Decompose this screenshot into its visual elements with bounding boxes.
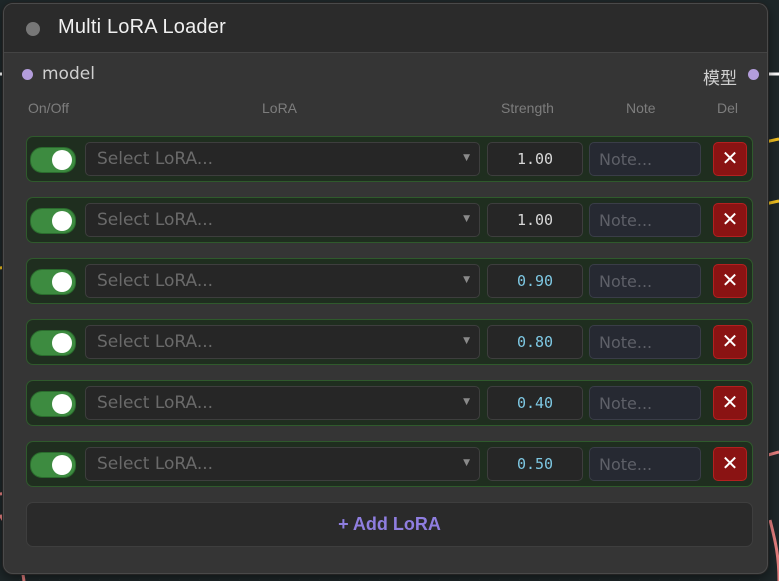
node-title-bar[interactable]: Multi LoRA Loader <box>4 4 767 53</box>
lora-select[interactable]: Select LoRA... ▼ <box>85 447 480 481</box>
note-input[interactable]: Note... <box>589 386 701 420</box>
note-placeholder: Note... <box>599 394 653 413</box>
input-slot-dot-icon[interactable] <box>22 69 33 80</box>
toggle-knob <box>52 272 72 292</box>
toggle-knob <box>52 211 72 231</box>
close-icon: ✕ <box>721 268 739 292</box>
chevron-down-icon: ▼ <box>463 458 470 468</box>
lora-select-placeholder: Select LoRA... <box>97 454 214 474</box>
close-icon: ✕ <box>721 390 739 414</box>
note-input[interactable]: Note... <box>589 447 701 481</box>
lora-select-placeholder: Select LoRA... <box>97 332 214 352</box>
lora-select[interactable]: Select LoRA... ▼ <box>85 325 480 359</box>
column-headers: On/Off LoRA Strength Note Del <box>4 100 767 120</box>
header-note: Note <box>626 100 656 116</box>
chevron-down-icon: ▼ <box>463 397 470 407</box>
delete-row-button[interactable]: ✕ <box>713 447 747 481</box>
note-input[interactable]: Note... <box>589 142 701 176</box>
delete-row-button[interactable]: ✕ <box>713 325 747 359</box>
strength-input[interactable]: 0.90 <box>487 264 583 298</box>
input-label-model: model <box>42 64 95 84</box>
note-placeholder: Note... <box>599 333 653 352</box>
delete-row-button[interactable]: ✕ <box>713 142 747 176</box>
close-icon: ✕ <box>721 146 739 170</box>
chevron-down-icon: ▼ <box>463 275 470 285</box>
lora-select[interactable]: Select LoRA... ▼ <box>85 203 480 237</box>
chevron-down-icon: ▼ <box>463 153 470 163</box>
toggle-knob <box>52 455 72 475</box>
multi-lora-loader-node[interactable]: Multi LoRA Loader model 模型 On/Off LoRA S… <box>3 3 768 574</box>
lora-select[interactable]: Select LoRA... ▼ <box>85 142 480 176</box>
lora-row: Select LoRA... ▼ 1.00 Note... ✕ <box>26 136 753 182</box>
lora-row: Select LoRA... ▼ 0.40 Note... ✕ <box>26 380 753 426</box>
enable-toggle[interactable] <box>30 452 76 478</box>
lora-select-placeholder: Select LoRA... <box>97 393 214 413</box>
close-icon: ✕ <box>721 329 739 353</box>
node-title: Multi LoRA Loader <box>58 16 226 38</box>
close-icon: ✕ <box>721 451 739 475</box>
delete-row-button[interactable]: ✕ <box>713 203 747 237</box>
io-slots: model 模型 <box>4 62 767 89</box>
add-lora-button[interactable]: + Add LoRA <box>26 502 753 547</box>
header-del: Del <box>717 100 739 116</box>
enable-toggle[interactable] <box>30 330 76 356</box>
enable-toggle[interactable] <box>30 391 76 417</box>
strength-input[interactable]: 0.80 <box>487 325 583 359</box>
lora-select[interactable]: Select LoRA... ▼ <box>85 386 480 420</box>
note-placeholder: Note... <box>599 455 653 474</box>
header-strength: Strength <box>501 100 554 116</box>
close-icon: ✕ <box>721 207 739 231</box>
delete-row-button[interactable]: ✕ <box>713 386 747 420</box>
note-placeholder: Note... <box>599 272 653 291</box>
note-placeholder: Note... <box>599 150 653 169</box>
toggle-knob <box>52 150 72 170</box>
header-lora: LoRA <box>262 100 298 116</box>
lora-select[interactable]: Select LoRA... ▼ <box>85 264 480 298</box>
enable-toggle[interactable] <box>30 147 76 173</box>
lora-row: Select LoRA... ▼ 0.90 Note... ✕ <box>26 258 753 304</box>
toggle-knob <box>52 394 72 414</box>
strength-input[interactable]: 0.40 <box>487 386 583 420</box>
lora-select-placeholder: Select LoRA... <box>97 149 214 169</box>
enable-toggle[interactable] <box>30 208 76 234</box>
strength-input[interactable]: 1.00 <box>487 203 583 237</box>
output-slot-dot-icon[interactable] <box>748 69 759 80</box>
chevron-down-icon: ▼ <box>463 214 470 224</box>
strength-input[interactable]: 0.50 <box>487 447 583 481</box>
note-input[interactable]: Note... <box>589 264 701 298</box>
note-input[interactable]: Note... <box>589 203 701 237</box>
chevron-down-icon: ▼ <box>463 336 470 346</box>
lora-row: Select LoRA... ▼ 0.50 Note... ✕ <box>26 441 753 487</box>
lora-row: Select LoRA... ▼ 1.00 Note... ✕ <box>26 197 753 243</box>
note-placeholder: Note... <box>599 211 653 230</box>
lora-select-placeholder: Select LoRA... <box>97 271 214 291</box>
delete-row-button[interactable]: ✕ <box>713 264 747 298</box>
strength-input[interactable]: 1.00 <box>487 142 583 176</box>
header-onoff: On/Off <box>28 100 69 116</box>
enable-toggle[interactable] <box>30 269 76 295</box>
note-input[interactable]: Note... <box>589 325 701 359</box>
lora-select-placeholder: Select LoRA... <box>97 210 214 230</box>
output-label-model: 模型 <box>703 69 737 89</box>
toggle-knob <box>52 333 72 353</box>
lora-row: Select LoRA... ▼ 0.80 Note... ✕ <box>26 319 753 365</box>
collapse-dot-icon[interactable] <box>26 22 40 36</box>
